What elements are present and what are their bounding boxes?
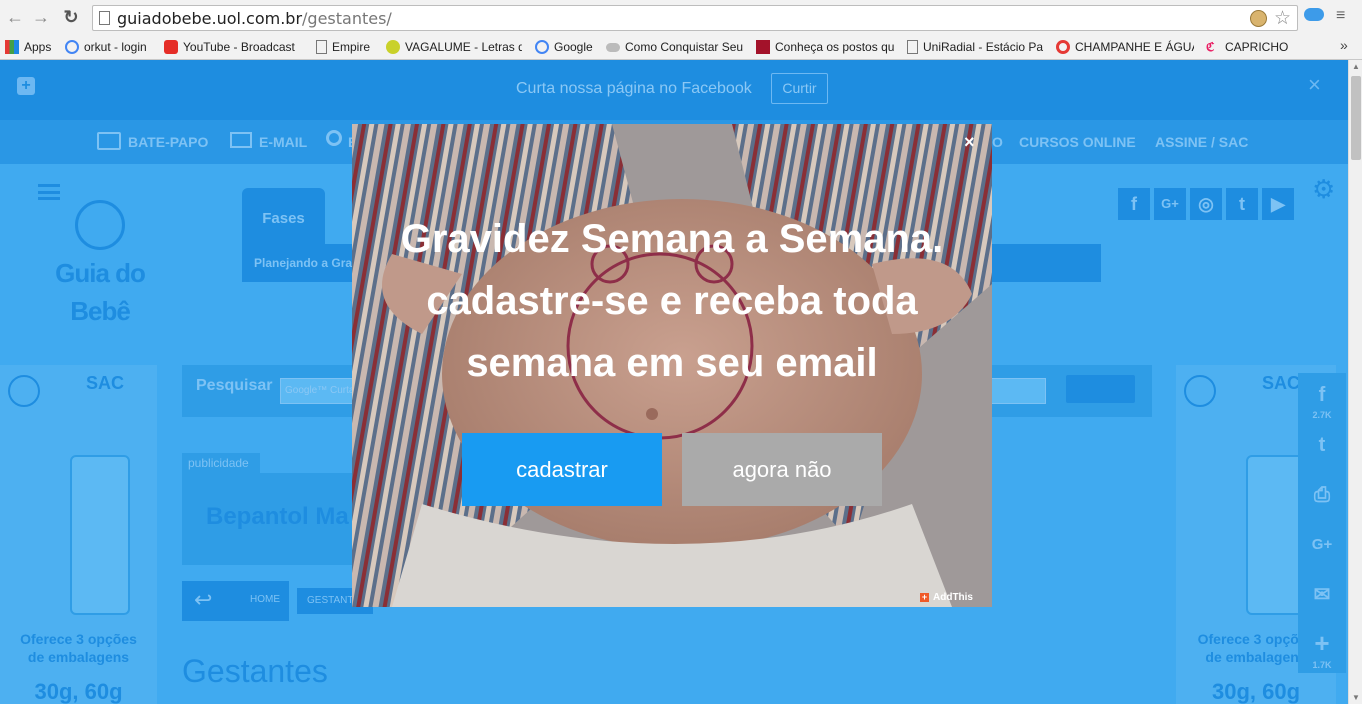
bookmark-capricho[interactable]: ℭ CAPRICHO [1206,38,1290,56]
share-print-button[interactable]: ⎙ [1298,473,1346,523]
site-logo[interactable]: Guia do Bebê [50,254,150,330]
facebook-bar-message: Curta nossa página no Facebook [516,80,752,97]
mv-icon [756,40,770,54]
youtube-icon [164,40,178,54]
breadcrumb-back[interactable]: ↩ HOME [182,581,289,621]
apps-grid-icon [5,40,19,54]
ad-product-image [1246,455,1306,615]
scrollbar-thumb[interactable] [1351,76,1361,160]
ad-text-line3: 30g, 60g [1211,679,1301,704]
signup-modal: × Gravidez Semana a Semana. cadastre-se … [352,124,992,607]
breadcrumb-home[interactable]: HOME [250,594,280,605]
bayer-logo-icon [8,375,40,407]
google-icon [65,40,79,54]
bookmark-uniradial[interactable]: UniRadial - Estácio Pa [907,38,1043,56]
forward-arrow-icon[interactable]: → [30,6,52,28]
menu-icon[interactable]: ≡ [1336,7,1345,25]
chat-icon [97,132,121,150]
ad-text-line3: 30g, 60g [34,679,123,704]
ad-sac-text: SAC [1262,373,1301,393]
share-email-button[interactable]: ✉ [1298,573,1346,623]
search-label: Pesquisar [196,377,273,394]
bookmark-empire[interactable]: Empire [316,38,376,56]
mail-icon [230,132,252,148]
twitter-icon[interactable]: t [1226,188,1258,220]
bookmark-star-icon[interactable]: ☆ [1274,7,1291,30]
bookmark-google[interactable]: Google [535,38,597,56]
nav-bate-papo[interactable]: BATE-PAPO [128,134,208,150]
plus-icon[interactable]: + [17,77,35,95]
page-icon [907,40,918,54]
facebook-bar: + Curta nossa página no Facebook Curtir … [0,60,1348,120]
capricho-icon: ℭ [1206,40,1215,54]
back-arrow-icon: ↩ [194,587,213,612]
cloud-icon[interactable] [1304,8,1324,21]
not-now-button[interactable]: agora não [682,433,882,506]
scroll-up-icon[interactable]: ▲ [1352,62,1360,71]
share-sidebar: f 2.7K t ⎙ G+ ✉ +1.7K [1298,373,1346,673]
facebook-share-count: 2.7K [1312,410,1332,420]
bookmark-vagalume[interactable]: VAGALUME - Letras d [386,38,522,56]
logo-icon[interactable] [75,200,125,250]
vagalume-icon [386,40,400,54]
bookmark-orkut[interactable]: orkut - login [65,38,157,56]
tab-fases[interactable]: Fases [242,188,325,248]
bookmarks-more-button[interactable]: » [1340,37,1348,53]
facebook-icon[interactable]: f [1118,188,1150,220]
ad-banner[interactable]: Bepantol Ma [182,473,362,565]
modal-close-icon[interactable]: × [964,132,975,153]
page-title: Gestantes [182,653,328,689]
share-google-plus-button[interactable]: G+ [1298,523,1346,573]
scrollbar[interactable]: ▲ ▼ [1348,60,1362,704]
share-more-button[interactable]: +1.7K [1298,623,1346,673]
publicidade-label: publicidade [182,453,260,473]
address-bar[interactable]: guiadobebe.uol.com.br/gestantes/ ☆ [92,5,1298,31]
circle-logo-icon [1056,40,1070,54]
scroll-down-icon[interactable]: ▼ [1352,693,1360,702]
search-icon [326,130,342,146]
ad-sac-text: SAC [86,373,125,393]
nav-partial[interactable]: O [992,134,1003,150]
hamburger-menu-icon[interactable] [38,184,60,200]
addthis-logo[interactable]: + AddThis [920,592,973,603]
nav-email[interactable]: E-MAIL [259,134,307,150]
bookmarks-bar: Apps orkut - login YouTube - Broadcast E… [0,35,1362,59]
bookmark-como-conquistar[interactable]: Como Conquistar Seu [606,38,744,56]
browser-chrome: ← → ↻ guiadobebe.uol.com.br/gestantes/ ☆… [0,0,1362,60]
search-button[interactable] [1066,375,1135,403]
page-icon [99,11,110,25]
google-plus-icon[interactable]: G+ [1154,188,1186,220]
addthis-plus-icon: + [920,592,929,602]
bookmark-champanhe[interactable]: CHAMPANHE E ÁGUA [1056,38,1194,56]
share-twitter-button[interactable]: t [1298,423,1346,473]
instagram-icon[interactable]: ◎ [1190,188,1222,220]
bookmark-conheca[interactable]: Conheça os postos qu [756,38,896,56]
ad-left[interactable]: SAC Oferece 3 opções de embalagens 30g, … [0,365,157,704]
ad-product-image [70,455,130,615]
register-button[interactable]: cadastrar [462,433,662,506]
more-share-count: 1.7K [1312,660,1332,670]
reload-icon[interactable]: ↻ [60,6,82,28]
bookmark-youtube[interactable]: YouTube - Broadcast [164,38,300,56]
ad-text-line1: Oferece 3 opções [20,631,137,647]
bayer-logo-icon [1184,375,1216,407]
share-facebook-button[interactable]: f 2.7K [1298,373,1346,423]
like-button[interactable]: Curtir [771,73,828,104]
url-text[interactable]: guiadobebe.uol.com.br/gestantes/ [117,9,392,28]
google-icon [535,40,549,54]
modal-headline: Gravidez Semana a Semana. cadastre-se e … [400,217,944,385]
gear-icon[interactable]: ⚙ [1312,174,1335,205]
back-arrow-icon[interactable]: ← [4,6,26,28]
ad-text-line2: de embalagens [27,649,130,665]
bookmark-apps[interactable]: Apps [5,38,51,56]
nav-cursos-online[interactable]: CURSOS ONLINE [1019,134,1136,150]
cloud-bookmark-icon [606,42,620,52]
youtube-icon[interactable]: ▶ [1262,188,1294,220]
page-icon [316,40,327,54]
extension-icon[interactable] [1250,10,1267,27]
close-icon[interactable]: × [1308,72,1321,98]
nav-assine-sac[interactable]: ASSINE / SAC [1155,134,1248,150]
